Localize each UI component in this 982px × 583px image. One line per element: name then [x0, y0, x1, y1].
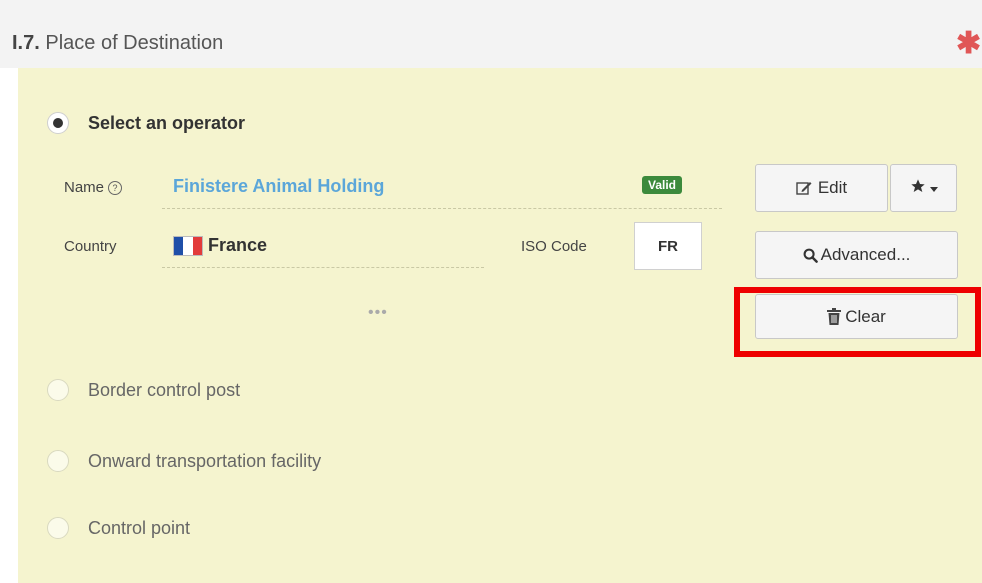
search-icon — [803, 248, 818, 263]
section-number: I.7. — [12, 32, 40, 54]
radio-border-control-post-button[interactable] — [47, 379, 69, 401]
section-header: I.7. Place of Destination ✱ — [0, 0, 982, 68]
operator-name-link[interactable]: Finistere Animal Holding — [173, 176, 384, 197]
france-flag-icon — [173, 235, 203, 256]
radio-onward-transportation-facility[interactable]: Onward transportation facility — [47, 450, 321, 472]
favorites-dropdown-button[interactable] — [890, 164, 957, 212]
advanced-search-button[interactable]: Advanced... — [755, 231, 958, 279]
radio-border-control-post-label: Border control post — [88, 379, 241, 400]
star-icon — [910, 178, 926, 199]
question-circle-icon[interactable]: ? — [108, 181, 123, 195]
edit-button-label: Edit — [817, 178, 848, 197]
more-fields-ellipsis[interactable]: ••• — [368, 304, 388, 322]
radio-control-point-label: Control point — [88, 517, 191, 538]
trash-icon — [827, 308, 842, 325]
radio-onward-transportation-facility-button[interactable] — [47, 450, 69, 472]
radio-select-operator-button[interactable] — [47, 112, 69, 134]
required-asterisk-icon: ✱ — [956, 27, 982, 60]
caret-down-icon — [929, 178, 938, 198]
radio-control-point-button[interactable] — [47, 517, 69, 539]
iso-code-label: ISO Code — [521, 238, 587, 255]
advanced-button-label: Advanced... — [820, 245, 911, 264]
radio-border-control-post[interactable]: Border control post — [47, 379, 240, 401]
country-field-underline — [162, 267, 484, 268]
country-label: Country — [64, 238, 117, 255]
radio-control-point[interactable]: Control point — [47, 517, 190, 539]
clear-button[interactable]: Clear — [755, 294, 958, 339]
radio-select-operator-label: Select an operator — [88, 112, 246, 133]
name-label-text: Name — [64, 179, 105, 196]
clear-button-label: Clear — [845, 306, 886, 326]
radio-select-operator[interactable]: Select an operator — [47, 112, 245, 134]
country-value: France — [173, 235, 267, 256]
section-title-text: Place of Destination — [45, 32, 224, 54]
country-name: France — [208, 235, 268, 255]
radio-onward-transportation-facility-label: Onward transportation facility — [88, 450, 322, 471]
valid-status-badge: Valid — [642, 176, 683, 194]
edit-icon — [796, 181, 812, 195]
name-label: Name? — [64, 179, 123, 196]
section-title: I.7. Place of Destination — [12, 32, 223, 55]
edit-button[interactable]: Edit — [755, 164, 888, 212]
name-field-underline — [162, 208, 722, 209]
iso-code-field[interactable]: FR — [634, 222, 702, 270]
